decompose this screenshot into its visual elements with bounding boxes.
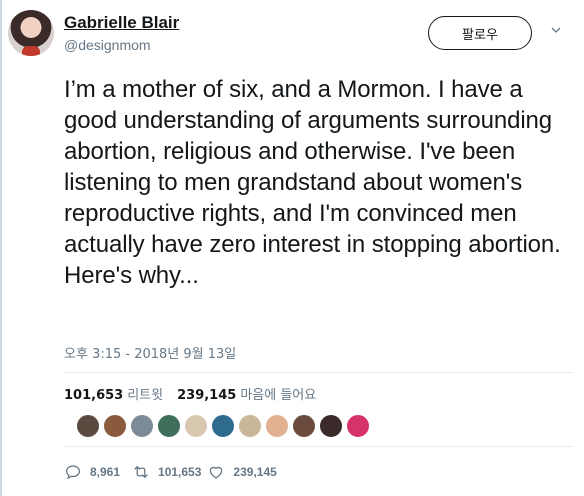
divider: [64, 446, 574, 447]
liker-avatar[interactable]: [184, 414, 208, 438]
tweet-timestamp[interactable]: 오후 3:15 - 2018년 9월 13일: [64, 343, 236, 362]
reply-button[interactable]: 8,961: [64, 463, 120, 481]
like-count: 239,145: [177, 388, 237, 403]
liker-avatar[interactable]: [346, 414, 370, 438]
reply-icon: [65, 465, 81, 480]
liker-avatar[interactable]: [265, 414, 289, 438]
tweet-actions: 8,961 101,653 239,145: [64, 463, 277, 481]
divider: [64, 372, 574, 373]
liker-avatar[interactable]: [130, 414, 154, 438]
user-info[interactable]: Gabrielle Blair @designmom: [64, 13, 179, 55]
tweet-text: I’m a mother of six, and a Mormon. I hav…: [64, 76, 561, 289]
retweet-icon: [134, 466, 148, 478]
reply-count: 8,961: [90, 465, 121, 479]
retweet-button[interactable]: 101,653: [132, 463, 201, 481]
follow-button[interactable]: 팔로우: [428, 16, 532, 50]
liker-avatar[interactable]: [319, 414, 343, 438]
thread-line: [0, 0, 2, 496]
user-handle[interactable]: @designmom: [64, 35, 179, 55]
liker-avatar[interactable]: [157, 414, 181, 438]
like-action-count: 239,145: [233, 465, 277, 479]
liker-avatar[interactable]: [211, 414, 235, 438]
display-name[interactable]: Gabrielle Blair: [64, 13, 179, 33]
liker-avatar[interactable]: [76, 414, 100, 438]
tweet-stats: 101,653 리트윗 239,145 마음에 들어요: [64, 384, 316, 403]
like-button[interactable]: 239,145: [207, 463, 277, 481]
heart-icon: [210, 466, 223, 479]
retweet-label: 리트윗: [127, 388, 164, 403]
liker-avatar[interactable]: [238, 414, 262, 438]
retweet-count: 101,653: [64, 388, 124, 403]
liker-avatar[interactable]: [292, 414, 316, 438]
like-label: 마음에 들어요: [240, 388, 317, 403]
avatar[interactable]: [8, 10, 54, 56]
liker-avatars: [76, 414, 370, 438]
liker-avatar[interactable]: [103, 414, 127, 438]
retweet-stat[interactable]: 101,653 리트윗: [64, 384, 163, 403]
like-stat[interactable]: 239,145 마음에 들어요: [177, 384, 316, 403]
chevron-down-icon[interactable]: [551, 25, 561, 35]
retweet-action-count: 101,653: [158, 465, 202, 479]
